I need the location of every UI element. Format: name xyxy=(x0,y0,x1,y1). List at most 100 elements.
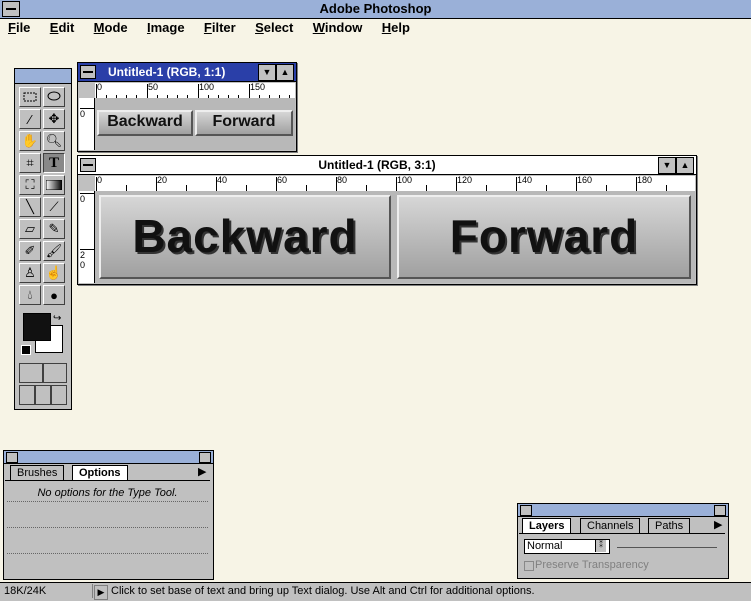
dodge-burn-tool-icon[interactable]: ● xyxy=(43,285,65,305)
layers-palette: Layers Channels Paths ▶ Normal ⁑ Preserv… xyxy=(517,503,729,579)
screen-mode-standard-button[interactable] xyxy=(19,385,35,405)
status-bar: 18K/24K ▶ Click to set base of text and … xyxy=(0,582,751,601)
rubber-stamp-tool-icon[interactable]: ♙ xyxy=(19,263,41,283)
tab-options[interactable]: Options xyxy=(72,465,128,480)
window-menu-icon[interactable] xyxy=(80,158,96,172)
smudge-tool-icon[interactable]: ☝ xyxy=(43,263,65,283)
palette-close-icon[interactable] xyxy=(520,505,532,516)
lasso-tool-icon[interactable] xyxy=(43,87,65,107)
layers-content: Normal ⁑ Preserve Transparency xyxy=(519,533,725,576)
blur-tool-icon[interactable]: 💧︎ xyxy=(19,285,41,305)
airbrush-tool-icon[interactable]: ✐ xyxy=(19,241,41,261)
eraser-tool-icon[interactable]: ▱ xyxy=(19,219,41,239)
window-menu-icon[interactable] xyxy=(80,65,96,79)
document-title: Untitled-1 (RGB, 3:1) xyxy=(318,158,436,172)
ruler-label: 100 xyxy=(397,176,413,185)
ruler-label: 0 xyxy=(97,83,103,92)
ruler-label: 100 xyxy=(199,83,215,92)
tab-layers[interactable]: Layers xyxy=(522,518,572,533)
menu-image[interactable]: Image xyxy=(147,19,185,37)
app-title: Adobe Photoshop xyxy=(319,1,432,16)
status-hint-text: Click to set base of text and bring up T… xyxy=(111,585,535,597)
ruler-label: 60 xyxy=(277,176,288,185)
gradient-tool-icon[interactable] xyxy=(43,175,65,195)
document-title: Untitled-1 (RGB, 1:1) xyxy=(108,65,226,79)
options-palette: Brushes Options ▶ No options for the Typ… xyxy=(3,450,214,580)
menu-mode[interactable]: Mode xyxy=(94,19,128,37)
palette-collapse-icon[interactable] xyxy=(199,452,211,463)
preserve-transparency-checkbox[interactable] xyxy=(524,561,534,571)
menu-select[interactable]: Select xyxy=(255,19,293,37)
minimize-button[interactable]: ▼ xyxy=(258,64,276,81)
screen-mode-full-menu-button[interactable] xyxy=(35,385,51,405)
status-menu-arrow-icon[interactable]: ▶ xyxy=(94,585,108,600)
default-colors-icon[interactable] xyxy=(21,345,31,355)
options-message: No options for the Type Tool. xyxy=(37,487,178,499)
memory-indicator[interactable]: 18K/24K xyxy=(2,584,93,598)
screen-mode-full-button[interactable] xyxy=(51,385,67,405)
type-tool-icon[interactable]: T xyxy=(43,153,65,173)
paintbrush-tool-icon[interactable]: 🖌︎ xyxy=(43,241,65,261)
toolbox-title-bar[interactable] xyxy=(15,69,71,84)
menu-window[interactable]: Window xyxy=(313,19,363,37)
canvas-forward-graphic: Forward xyxy=(195,110,293,136)
ruler-label: 0 xyxy=(80,109,86,119)
canvas-forward-graphic: Forward xyxy=(397,195,691,279)
pencil-tool-icon[interactable]: ✎ xyxy=(43,219,65,239)
hand-tool-icon[interactable]: ✋ xyxy=(19,131,41,151)
paint-bucket-tool-icon[interactable]: ⛶ xyxy=(19,175,41,195)
magic-wand-tool-icon[interactable]: ⁄ xyxy=(19,109,41,129)
ruler-label: 20 xyxy=(157,176,168,185)
ruler-label: 80 xyxy=(337,176,348,185)
line-tool-icon[interactable]: ╲ xyxy=(19,197,41,217)
app-title-bar: Adobe Photoshop xyxy=(0,0,751,19)
marquee-tool-icon[interactable] xyxy=(19,87,41,107)
ruler-label: 120 xyxy=(457,176,473,185)
palette-close-icon[interactable] xyxy=(6,452,18,463)
ruler-label: 40 xyxy=(217,176,228,185)
document-title-bar[interactable]: Untitled-1 (RGB, 3:1) ▼ ▲ xyxy=(78,156,696,175)
minimize-button[interactable]: ▼ xyxy=(658,157,676,174)
quick-mask-mode-button[interactable] xyxy=(43,363,67,383)
menu-bar: File Edit Mode Image Filter Select Windo… xyxy=(0,19,751,37)
menu-filter[interactable]: Filter xyxy=(204,19,236,37)
document-canvas[interactable]: Backward Forward xyxy=(95,191,695,283)
toolbox: ⁄ ✥ ✋ 🔍︎ ⌗ T ⛶ ╲ ⟋ ▱ ✎ ✐ 🖌︎ ♙ ☝ 💧︎ ● ↪ xyxy=(14,68,72,410)
tab-brushes[interactable]: Brushes xyxy=(10,465,65,480)
menu-file[interactable]: File xyxy=(8,19,30,37)
vertical-ruler: 0 2 0 xyxy=(79,191,95,283)
swap-colors-icon[interactable]: ↪ xyxy=(53,313,61,324)
document-window-3-1: Untitled-1 (RGB, 3:1) ▼ ▲ 0 20 40 60 80 … xyxy=(77,155,697,285)
ruler-label: 0 xyxy=(80,260,86,270)
ruler-label: 180 xyxy=(637,176,653,185)
palette-title-bar[interactable] xyxy=(4,451,213,464)
maximize-button[interactable]: ▲ xyxy=(276,64,294,81)
menu-help[interactable]: Help xyxy=(382,19,410,37)
document-title-bar[interactable]: Untitled-1 (RGB, 1:1) ▼ ▲ xyxy=(78,63,296,82)
standard-mode-button[interactable] xyxy=(19,363,43,383)
zoom-tool-icon[interactable]: 🔍︎ xyxy=(43,131,65,151)
tab-channels[interactable]: Channels xyxy=(580,518,641,533)
palette-menu-arrow-icon[interactable]: ▶ xyxy=(198,465,206,478)
ruler-label: 160 xyxy=(577,176,593,185)
ruler-label: 2 xyxy=(80,250,86,260)
palette-menu-arrow-icon[interactable]: ▶ xyxy=(714,518,722,531)
horizontal-ruler: 0 20 40 60 80 100 120 140 160 180 xyxy=(95,176,695,192)
dropdown-arrow-icon[interactable]: ⁑ xyxy=(595,540,606,552)
eyedropper-tool-icon[interactable]: ⟋ xyxy=(43,197,65,217)
ruler-label: 0 xyxy=(80,194,86,204)
document-canvas[interactable]: Backward Forward xyxy=(95,98,295,150)
document-window-1-1: Untitled-1 (RGB, 1:1) ▼ ▲ 0 50 100 150 0… xyxy=(77,62,297,152)
tab-paths[interactable]: Paths xyxy=(648,518,691,533)
options-content: No options for the Type Tool. xyxy=(5,480,210,577)
menu-edit[interactable]: Edit xyxy=(50,19,75,37)
palette-collapse-icon[interactable] xyxy=(714,505,726,516)
canvas-backward-graphic: Backward xyxy=(97,110,193,136)
preserve-transparency-label: Preserve Transparency xyxy=(535,559,649,571)
foreground-color-swatch[interactable] xyxy=(23,313,51,341)
move-tool-icon[interactable]: ✥ xyxy=(43,109,65,129)
vertical-ruler: 0 xyxy=(79,98,95,150)
palette-title-bar[interactable] xyxy=(518,504,728,517)
maximize-button[interactable]: ▲ xyxy=(676,157,694,174)
crop-tool-icon[interactable]: ⌗ xyxy=(19,153,41,173)
